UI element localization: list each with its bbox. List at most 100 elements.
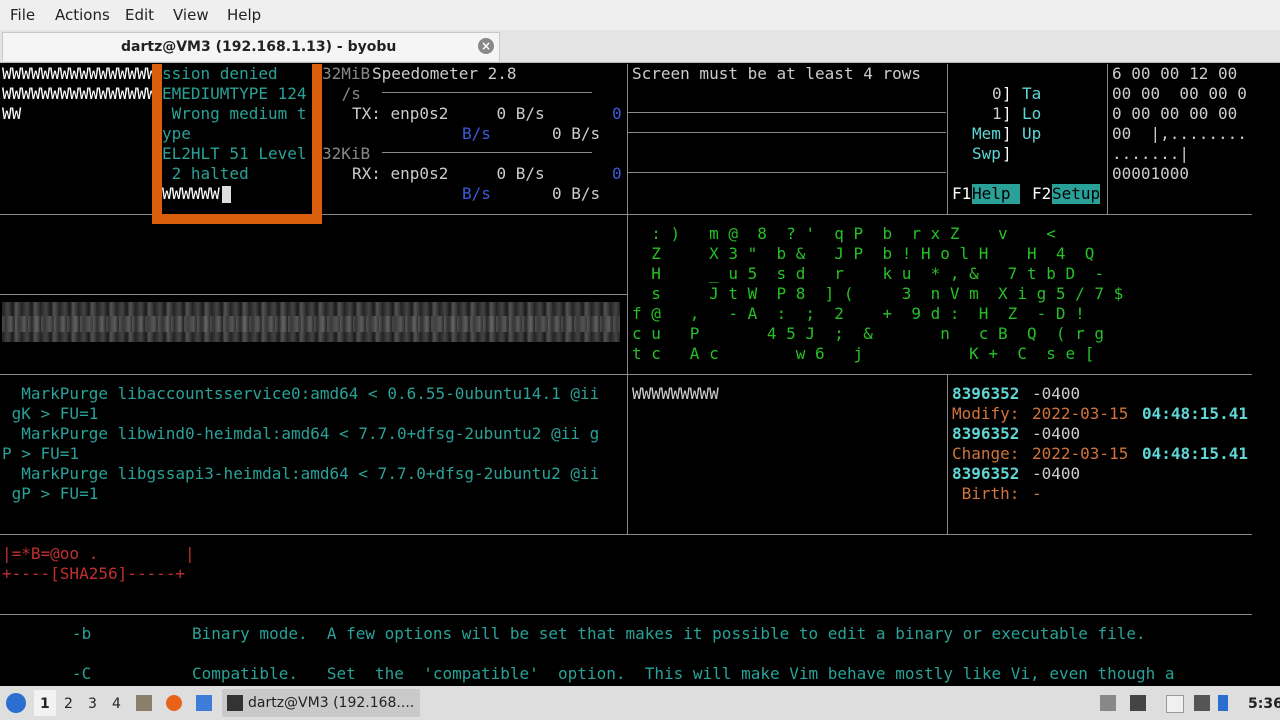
- hex-line: .......|: [1112, 144, 1190, 163]
- ww-line: WWWWWWWWW: [632, 384, 719, 403]
- rx-line: RX: enp0s2 0 B/s: [352, 164, 545, 183]
- clipboard-icon[interactable]: [1166, 695, 1184, 713]
- change-time: 04:48:15.41: [1142, 444, 1248, 463]
- menu-edit[interactable]: Edit: [125, 6, 154, 24]
- f2-key[interactable]: F2: [1032, 184, 1051, 204]
- birth-value: -: [1032, 484, 1042, 503]
- help-button[interactable]: Help: [972, 184, 1021, 204]
- apt-line: MarkPurge libgssapi3-heimdal:amd64 < 7.7…: [2, 464, 600, 483]
- speed-unit: /s: [332, 84, 361, 103]
- clock[interactable]: 5:36: [1248, 696, 1280, 712]
- hex-line: 6 00 00 12 00: [1112, 64, 1238, 83]
- firefox-icon[interactable]: [166, 695, 182, 711]
- terminal-area[interactable]: WWWWWWWWWWWWWWWW WWWWWWWWWWWWWWWW WW ssi…: [0, 64, 1280, 686]
- bracket: ]: [1002, 124, 1012, 143]
- stat-inode: 8396352: [952, 384, 1020, 403]
- divider: [0, 294, 627, 295]
- divider: [628, 172, 946, 173]
- menubar: File Actions Edit View Help: [0, 0, 1280, 30]
- tasks-label: Ta: [1022, 84, 1042, 103]
- start-menu-icon[interactable]: [6, 693, 26, 713]
- birth-label: Birth:: [952, 484, 1020, 503]
- uptime-label: Up: [1022, 124, 1042, 143]
- rx-unit: B/s: [462, 184, 491, 203]
- workspace-1[interactable]: 1: [40, 696, 50, 712]
- task-terminal[interactable]: dartz@VM3 (192.168....: [222, 689, 420, 717]
- divider: [0, 614, 1252, 615]
- divider: [628, 112, 946, 113]
- file-manager-icon[interactable]: [136, 695, 152, 711]
- sha-art-line: +----[SHA256]-----+: [2, 564, 186, 583]
- hex-line: 00001000: [1112, 164, 1190, 183]
- man-text: Compatible. Set the 'compatible' option.…: [192, 664, 1175, 683]
- cpu0-num: 0: [992, 84, 1002, 103]
- divider: [382, 92, 592, 93]
- modify-time: 04:48:15.41: [1142, 404, 1248, 423]
- change-date: 2022-03-15: [1032, 444, 1129, 463]
- swp-label: Swp: [972, 144, 1001, 163]
- speed-label: 32MiB: [322, 64, 371, 83]
- man-text: Binary mode. A few options will be set t…: [192, 624, 1146, 643]
- overlay-line: ssion denied: [162, 64, 278, 83]
- menu-file[interactable]: File: [10, 6, 35, 24]
- bracket: ]: [1002, 104, 1012, 123]
- overlay-line: 2 halted: [162, 164, 249, 183]
- bracket: ]: [1002, 144, 1012, 163]
- workspace-4[interactable]: 4: [112, 696, 121, 712]
- workspace-2[interactable]: 2: [64, 696, 73, 712]
- apt-line: MarkPurge libwind0-heimdal:amd64 < 7.7.0…: [2, 424, 600, 443]
- network-icon[interactable]: [1194, 695, 1210, 711]
- sha-art-line: |=*B=@oo . |: [2, 544, 195, 563]
- pane1-line: WW: [2, 104, 22, 123]
- close-icon[interactable]: ×: [478, 38, 494, 54]
- man-option: -C: [72, 664, 92, 683]
- matrix-line: : ) m @ 8 ? ' q P b r x Z v <: [632, 224, 1056, 243]
- matrix-line: c u P 4 5 J ; & n c B Q ( r g: [632, 324, 1105, 343]
- modify-label: Modify:: [952, 404, 1020, 423]
- notification-icon[interactable]: [1100, 695, 1116, 711]
- menu-view[interactable]: View: [173, 6, 209, 24]
- menu-help[interactable]: Help: [227, 6, 261, 24]
- apt-line: gP > FU=1: [2, 484, 99, 503]
- setup-button[interactable]: Setup: [1052, 184, 1101, 204]
- matrix-line: f @ , - A : ; 2 + 9 d : H Z - D !: [632, 304, 1085, 323]
- screen-warning: Screen must be at least 4 rows: [632, 64, 921, 83]
- divider: [628, 132, 946, 133]
- divider: [947, 64, 948, 214]
- cpu1-num: 1: [992, 104, 1002, 123]
- bracket: ]: [1002, 84, 1012, 103]
- tx-line: TX: enp0s2 0 B/s: [352, 104, 545, 123]
- menu-actions[interactable]: Actions: [55, 6, 110, 24]
- rx-rate: 0 B/s: [552, 184, 601, 203]
- speed-title: Speedometer 2.8: [372, 64, 517, 83]
- volume-icon[interactable]: [1130, 695, 1146, 711]
- man-option: -b: [72, 624, 92, 643]
- battery-icon[interactable]: [1218, 695, 1228, 711]
- overlay-line: ype: [162, 124, 191, 143]
- tab-bar: dartz@VM3 (192.168.1.13) - byobu ×: [0, 30, 1280, 63]
- matrix-line: t c A c w 6 j K + C s e [: [632, 344, 1095, 363]
- desktop-icon[interactable]: [196, 695, 212, 711]
- hex-line: 00 |,........: [1112, 124, 1247, 143]
- workspace-3[interactable]: 3: [88, 696, 97, 712]
- stat-inode: 8396352: [952, 464, 1020, 483]
- apt-line: P > FU=1: [2, 444, 80, 463]
- matrix-line: H _ u 5 s d r k u * , & 7 t b D -: [632, 264, 1105, 283]
- terminal-icon: [227, 695, 243, 711]
- tx-rate: 0 B/s: [552, 124, 601, 143]
- rx-zero: 0: [612, 164, 622, 183]
- overlay-line: EMEDIUMTYPE 124: [162, 84, 307, 103]
- taskbar: 1 2 3 4 dartz@VM3 (192.168.... 5:36: [0, 686, 1280, 720]
- f1-key[interactable]: F1: [952, 184, 971, 204]
- cursor: [222, 186, 231, 203]
- tx-unit: B/s: [462, 124, 491, 143]
- modify-date: 2022-03-15: [1032, 404, 1129, 423]
- tab-title: dartz@VM3 (192.168.1.13) - byobu: [121, 39, 397, 55]
- overlay-line: Wrong medium t: [162, 104, 307, 123]
- change-label: Change:: [952, 444, 1020, 463]
- matrix-line: s J t W P 8 ] ( 3 n V m X i g 5 / 7 $: [632, 284, 1124, 303]
- pane1-line: WWWWWWWWWWWWWWWW: [2, 84, 157, 103]
- overlay-line: WWWWWW: [162, 184, 220, 203]
- terminal-tab[interactable]: dartz@VM3 (192.168.1.13) - byobu ×: [2, 32, 500, 61]
- divider: [1107, 64, 1108, 214]
